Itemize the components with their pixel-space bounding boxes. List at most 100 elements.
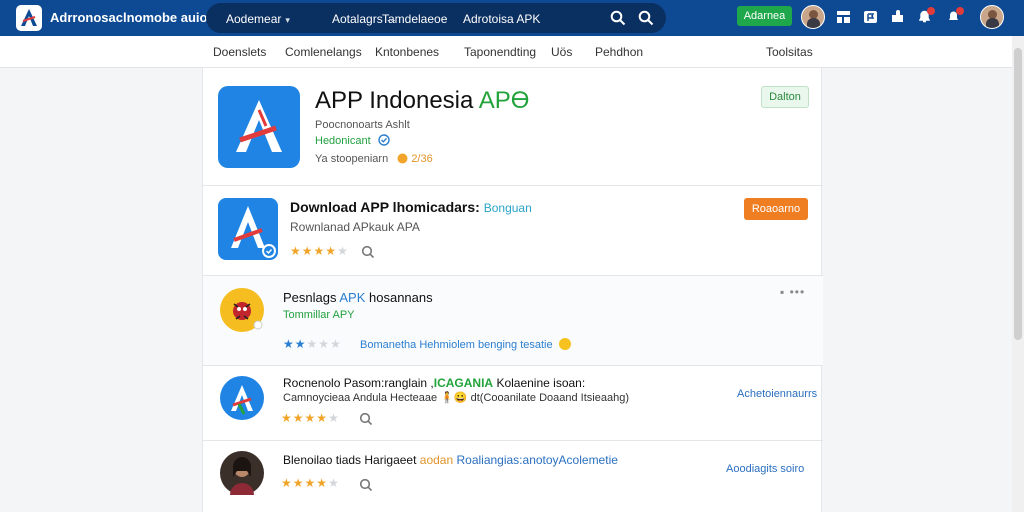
star-rating: ★★★★★ xyxy=(281,476,340,490)
nav-item-label: Tamdelaeoe xyxy=(382,12,448,26)
item-title[interactable]: Rocnenolo Pasom:ranglain ,ICAGANIA Kolae… xyxy=(283,376,585,390)
featured-download[interactable]: Download APP lhomicadars: Bonguan Rownla… xyxy=(203,186,823,276)
notification-badge xyxy=(956,7,964,15)
avatar[interactable] xyxy=(980,5,1004,29)
zoom-icon[interactable] xyxy=(361,245,375,259)
action-button[interactable]: Adarnea xyxy=(737,6,792,26)
star-icon: ★ xyxy=(304,411,317,425)
main-nav: Aodemear ▾ Aotalagrs ⋯ Tamdelaeoe Adrotois… xyxy=(206,3,666,33)
top-bar: Adrronosaclnomobe auiod Aodemear ▾ Aotala… xyxy=(0,0,1024,36)
item-title[interactable]: Pesnlags APK hosannans xyxy=(283,290,433,305)
item-action-link[interactable]: Achetoiennaurrs xyxy=(737,388,817,400)
nav-item-2[interactable]: Tamdelaeoe xyxy=(382,12,447,26)
star-icon: ★ xyxy=(290,244,302,258)
list-item[interactable]: Pesnlags APK hosannans Tommillar APY ★★★… xyxy=(203,276,823,366)
item-icon xyxy=(220,376,264,420)
star-icon: ★ xyxy=(292,476,305,490)
nav-item-3[interactable]: Adrotoisa APK xyxy=(463,12,540,26)
star-icon: ★ xyxy=(337,244,349,258)
subnav-item[interactable]: Uös xyxy=(551,45,572,59)
download-button[interactable]: Roaoarno xyxy=(744,198,808,220)
item-caption-text: Bomanetha Hehmiolem benging tesatie xyxy=(360,339,553,351)
featured-title-text: Download APP lhomicadars: xyxy=(290,199,480,215)
star-icon: ★ xyxy=(281,411,293,425)
star-icon: ★ xyxy=(283,337,295,351)
title-text: APP Indonesia xyxy=(315,87,479,114)
list-item[interactable]: Blenoilao tiads Harigaeet aodan Roaliang… xyxy=(203,441,823,512)
follow-button[interactable]: Dalton xyxy=(761,86,809,108)
more-options-icon[interactable]: ▪ ••• xyxy=(780,285,805,299)
item-title-highlight: ICAGANIA xyxy=(433,376,494,390)
verified-icon xyxy=(378,134,390,146)
featured-subtitle: Rownlanad APkauk APA xyxy=(290,220,420,234)
item-title-text: Pesnlags xyxy=(283,290,340,305)
star-rating: ★★★★★ xyxy=(281,411,340,425)
star-icon: ★ xyxy=(328,411,340,425)
subnav-item[interactable]: Pehdhon xyxy=(595,45,643,59)
app-logo[interactable] xyxy=(16,5,42,31)
zoom-icon[interactable] xyxy=(359,412,373,426)
app-details-panel: APP Indonesia APϴ Poocnonoarts Ashlt Hed… xyxy=(202,68,823,512)
list-item[interactable]: Rocnenolo Pasom:ranglain ,ICAGANIA Kolae… xyxy=(203,366,823,441)
stats-row: Ya stoopeniarn 2/36 xyxy=(315,153,433,165)
zoom-icon[interactable] xyxy=(359,478,373,492)
category-link[interactable]: Hedonicant xyxy=(315,134,390,147)
star-icon: ★ xyxy=(304,476,317,490)
nav-item-label: Adrotoisa APK xyxy=(463,12,541,26)
featured-title[interactable]: Download APP lhomicadars: Bonguan xyxy=(290,199,532,215)
item-subtitle: Tommillar APY xyxy=(283,309,355,321)
item-title[interactable]: Blenoilao tiads Harigaeet aodan Roaliang… xyxy=(283,453,618,467)
star-icon: ★ xyxy=(301,244,314,258)
search-icon[interactable] xyxy=(610,10,626,26)
secondary-nav: Doenslets Comlenelangs Kntonbenes Tapone… xyxy=(0,36,1024,68)
nav-item-label: Aotalagrs xyxy=(332,12,383,26)
subnav-item[interactable]: Doenslets xyxy=(213,45,266,59)
item-title-text: Roaliangias:anotoyAcolemetie xyxy=(453,453,618,467)
item-icon xyxy=(220,288,264,332)
item-title-text: Blenoilao tiads Harigaeet xyxy=(283,453,420,467)
star-icon: ★ xyxy=(318,337,331,351)
notification-badge xyxy=(927,7,935,15)
search-icon[interactable] xyxy=(638,10,654,26)
grid-icon[interactable] xyxy=(836,9,851,24)
category-label: Hedonicant xyxy=(315,135,371,147)
publisher-text: Poocnonoarts Ashlt xyxy=(315,119,410,131)
scrollbar-thumb[interactable] xyxy=(1014,48,1022,340)
star-icon: ★ xyxy=(294,337,307,351)
star-rating: ★★★★★ xyxy=(283,337,342,351)
subnav-item[interactable]: Comlenelangs xyxy=(285,45,362,59)
emoji-icon xyxy=(558,338,571,350)
star-icon: ★ xyxy=(292,411,305,425)
subnav-item[interactable]: Toolsitas xyxy=(766,45,813,59)
flag-icon[interactable] xyxy=(863,9,878,24)
item-title-text: hosannans xyxy=(365,290,433,305)
item-title-text: Rocnenolo Pasom:ranglain , xyxy=(283,376,434,390)
featured-tag: Bonguan xyxy=(483,201,532,215)
avatar[interactable] xyxy=(801,5,825,29)
item-subtitle: Camnoycieaa Andula Hecteaae 🧍😀 dt(Cooani… xyxy=(283,392,629,404)
title-accent: APϴ xyxy=(478,87,530,114)
item-caption: Bomanetha Hehmiolem benging tesatie xyxy=(360,338,571,351)
star-icon: ★ xyxy=(316,411,329,425)
star-icon: ★ xyxy=(281,476,293,490)
app-icon xyxy=(218,198,278,260)
chevron-down-icon: ▾ xyxy=(285,15,290,25)
stats-label: Ya stoopeniarn xyxy=(315,153,389,165)
star-icon: ★ xyxy=(316,476,329,490)
star-icon: ★ xyxy=(330,337,342,351)
stats-value: 2/36 xyxy=(411,153,433,165)
nav-item-0[interactable]: Aodemear ▾ xyxy=(226,12,290,26)
item-action-link[interactable]: Aoodiagits soiro xyxy=(726,463,804,475)
star-icon: ★ xyxy=(306,337,319,351)
coin-icon xyxy=(397,153,408,164)
subnav-item[interactable]: Kntonbenes xyxy=(375,45,439,59)
puzzle-icon[interactable] xyxy=(890,9,905,24)
subnav-item[interactable]: Taponendting xyxy=(464,45,536,59)
app-header: APP Indonesia APϴ Poocnonoarts Ashlt Hed… xyxy=(203,68,823,186)
brand-name: Adrronosaclnomobe auiod xyxy=(50,10,216,25)
item-title-highlight: APK xyxy=(339,290,366,305)
app-icon xyxy=(218,86,300,168)
page-title: APP Indonesia APϴ xyxy=(315,87,529,115)
item-title-highlight: aodan xyxy=(419,453,454,467)
star-rating: ★★★★★ xyxy=(290,244,349,258)
